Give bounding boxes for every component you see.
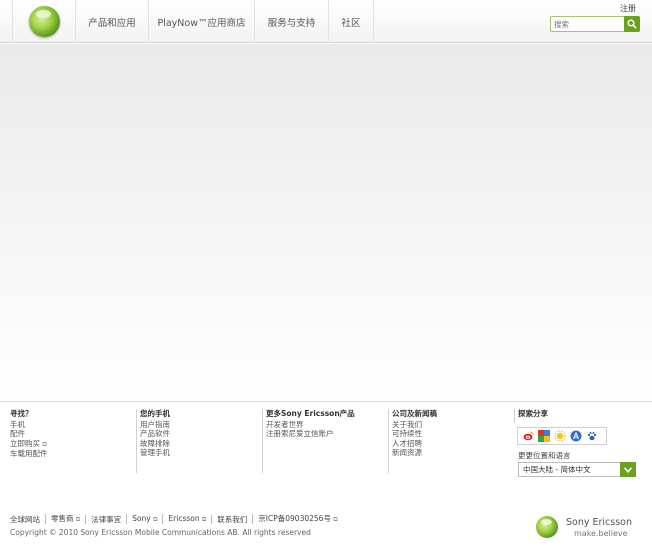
weibo-icon[interactable] [521,429,535,443]
sony-ericsson-logo-icon [536,516,558,538]
footer-col-find: 寻找？ 手机 配件 立即购买 ⧉ 车载用配件 [10,409,130,473]
brand-tagline: make.believe [574,529,628,538]
external-link-icon: ⧉ [153,516,158,523]
logo-link[interactable] [12,0,76,43]
footer-link[interactable]: 配件 [10,429,130,438]
search-box [550,16,640,32]
footer-link[interactable]: 车载用配件 [10,449,130,458]
footer-link[interactable]: 人才招聘 [392,439,512,448]
footer-link-external[interactable]: 立即购买 ⧉ [10,439,130,449]
search-button[interactable] [624,16,640,32]
copyright-text: Copyright © 2010 Sony Ericsson Mobile Co… [10,528,311,537]
bottom-link-global-sites[interactable]: 全球网站 [10,515,45,524]
bottom-links: 全球网站 零售商 ⧉ 法律事宜 Sony ⧉ Ericsson ⧉ 联系我们 京… [10,514,343,524]
footer-col-title: 探索分享 [518,409,548,418]
bottom-link-contact[interactable]: 联系我们 [211,514,252,524]
nav-community[interactable]: 社区 [329,0,374,43]
region-language-label: 更更位置和语言 [518,451,571,460]
footer-link[interactable]: 故障排除 [140,439,260,448]
footer-col-title: 公司及新闻稿 [392,409,437,418]
footer-link[interactable]: 注册索尼爱立信账户 [266,429,386,438]
footer-link[interactable]: 新闻资源 [392,448,512,457]
footer-col-your-phone: 您的手机 用户指南 产品软件 故障排除 管理手机 [136,409,260,473]
bottom-link-ericsson[interactable]: Ericsson ⧉ [162,514,211,524]
footer-col-more-products: 更多Sony Ericsson产品 开发者世界 注册索尼爱立信账户 [262,409,386,473]
footer-col-title: 更多Sony Ericsson产品 [266,409,355,418]
footer-col-title: 您的手机 [140,409,170,418]
external-link-icon: ⧉ [202,516,207,523]
external-link-icon: ⧉ [333,516,338,523]
footer-col-title: 寻找？ [10,409,33,418]
sony-ericsson-logo-icon [28,6,60,37]
top-header: 产品和应用 PlayNow™应用商店 服务与支持 社区 注册 [0,0,652,43]
footer-link[interactable]: 手机 [10,420,130,429]
paw-icon[interactable] [585,429,599,443]
brand-name: Sony Ericsson [566,517,633,528]
bottom-link-retailers[interactable]: 零售商 ⧉ [45,514,85,524]
footer-col-share: 探索分享 [514,409,640,423]
sun-icon[interactable] [553,429,567,443]
footer-col-company: 公司及新闻稿 关于我们 可持续性 人才招聘 新闻资源 [388,409,512,473]
nav-playnow-store[interactable]: PlayNow™应用商店 [149,0,255,43]
footer-link[interactable]: 可持续性 [392,429,512,438]
google-icon[interactable] [537,429,551,443]
footer-link[interactable]: 管理手机 [140,448,260,457]
nav-products-apps[interactable]: 产品和应用 [76,0,149,43]
region-selected-value: 中国大陆 - 简体中文 [523,465,591,474]
search-input[interactable] [551,17,624,31]
main-content-area [0,44,652,401]
a-icon[interactable] [569,429,583,443]
register-link[interactable]: 注册 [620,3,636,14]
external-link-icon: ⧉ [75,516,81,523]
bottom-link-icp[interactable]: 京ICP备09030256号 ⧉ [252,514,342,524]
bottom-link-legal[interactable]: 法律事宜 [85,514,126,524]
share-icons [517,427,607,445]
chevron-down-icon[interactable] [620,462,636,477]
nav-service-support[interactable]: 服务与支持 [255,0,329,43]
external-link-icon: ⧉ [42,440,47,448]
region-language-select[interactable]: 中国大陆 - 简体中文 [518,462,636,477]
bottom-link-sony[interactable]: Sony ⧉ [126,514,162,524]
search-icon [627,19,637,29]
brand-logo[interactable]: Sony Ericsson make.believe [536,514,640,540]
footer-link[interactable]: 产品软件 [140,429,260,438]
